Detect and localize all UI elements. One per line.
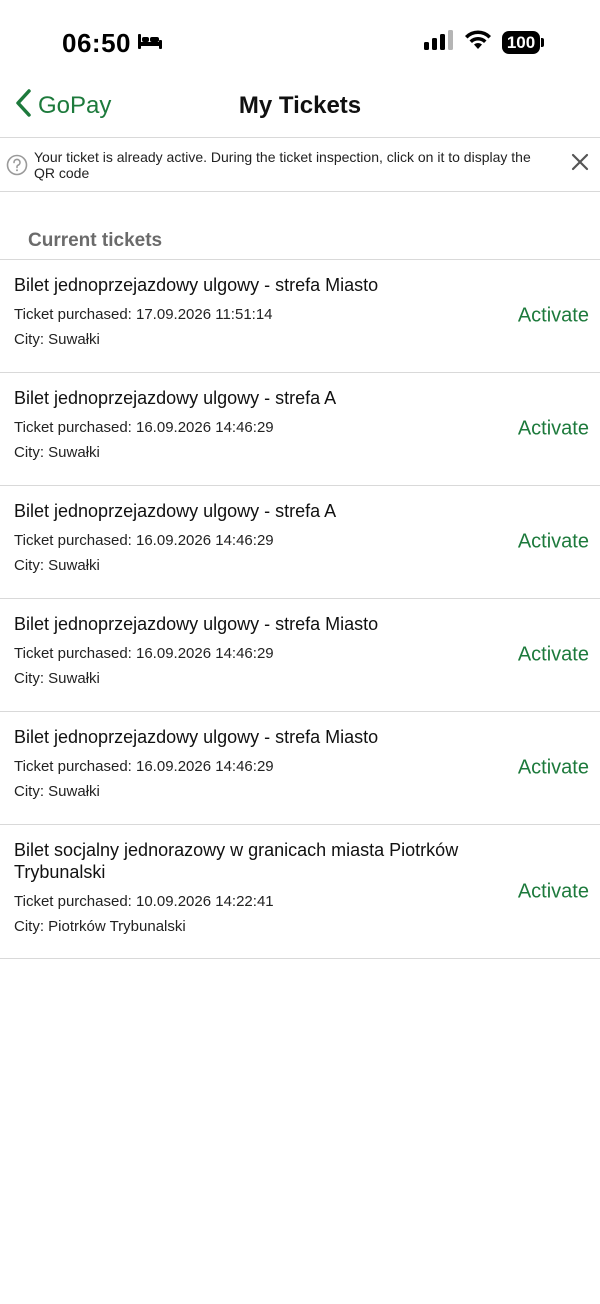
page-title: My Tickets: [238, 92, 362, 119]
ticket-name: Bilet jednoprzejazdowy ulgowy - strefa A: [14, 388, 337, 408]
activate-button[interactable]: Activate: [518, 757, 589, 780]
ticket-item[interactable]: Bilet jednoprzejazdowy ulgowy - strefa M…: [0, 599, 600, 712]
close-icon[interactable]: [570, 152, 590, 177]
status-right: 100: [424, 30, 544, 55]
ticket-item[interactable]: Bilet jednoprzejazdowy ulgowy - strefa A…: [0, 486, 600, 599]
ticket-item[interactable]: Bilet jednoprzejazdowy ulgowy - strefa A…: [0, 373, 600, 486]
section-header-current-tickets: Current tickets: [28, 230, 163, 251]
ticket-city: City: Suwałki: [14, 783, 100, 800]
ticket-item[interactable]: Bilet socjalny jednorazowy w granicach m…: [0, 825, 600, 959]
status-time: 06:50: [62, 28, 131, 58]
ticket-item[interactable]: Bilet jednoprzejazdowy ulgowy - strefa M…: [0, 712, 600, 825]
ticket-purchased: Ticket purchased: 17.09.2026 11:51:14: [14, 306, 273, 323]
ticket-city: City: Piotrków Trybunalski: [14, 918, 186, 935]
activate-button[interactable]: Activate: [518, 880, 589, 903]
ticket-name: Bilet jednoprzejazdowy ulgowy - strefa M…: [14, 275, 379, 295]
activate-button[interactable]: Activate: [518, 531, 589, 554]
activate-button[interactable]: Activate: [518, 418, 589, 441]
ticket-city: City: Suwałki: [14, 557, 100, 574]
ticket-purchased: Ticket purchased: 16.09.2026 14:46:29: [14, 758, 274, 775]
ticket-item[interactable]: Bilet jednoprzejazdowy ulgowy - strefa M…: [0, 260, 600, 373]
activate-button[interactable]: Activate: [518, 644, 589, 667]
activate-button[interactable]: Activate: [518, 305, 589, 328]
battery-tip: [541, 38, 544, 47]
nav-bar: GoPay My Tickets: [0, 78, 600, 136]
ticket-purchased: Ticket purchased: 16.09.2026 14:46:29: [14, 419, 274, 436]
ticket-name: Bilet jednoprzejazdowy ulgowy - strefa M…: [14, 614, 379, 634]
status-bar: 06:50 100: [0, 0, 600, 88]
ticket-name: Bilet socjalny jednorazowy w granicach m…: [14, 840, 459, 882]
ticket-purchased: Ticket purchased: 16.09.2026 14:46:29: [14, 645, 274, 662]
battery-level: 100: [502, 31, 540, 54]
ticket-purchased: Ticket purchased: 16.09.2026 14:46:29: [14, 532, 274, 549]
ticket-list: Bilet jednoprzejazdowy ulgowy - strefa M…: [0, 259, 600, 959]
ticket-city: City: Suwałki: [14, 444, 100, 461]
wifi-icon: [464, 30, 492, 55]
bed-icon: [137, 32, 163, 55]
cellular-signal-icon: [424, 30, 454, 55]
ticket-city: City: Suwałki: [14, 331, 100, 348]
ticket-purchased: Ticket purchased: 10.09.2026 14:22:41: [14, 893, 274, 910]
question-circle-icon: [6, 154, 28, 181]
battery-icon: 100: [502, 31, 544, 55]
ticket-name: Bilet jednoprzejazdowy ulgowy - strefa A: [14, 501, 337, 521]
ticket-city: City: Suwałki: [14, 670, 100, 687]
info-banner[interactable]: Your ticket is already active. During th…: [0, 137, 600, 192]
status-left: 06:50: [62, 28, 163, 59]
ticket-name: Bilet jednoprzejazdowy ulgowy - strefa M…: [14, 727, 379, 747]
banner-text: Your ticket is already active. During th…: [34, 149, 531, 181]
